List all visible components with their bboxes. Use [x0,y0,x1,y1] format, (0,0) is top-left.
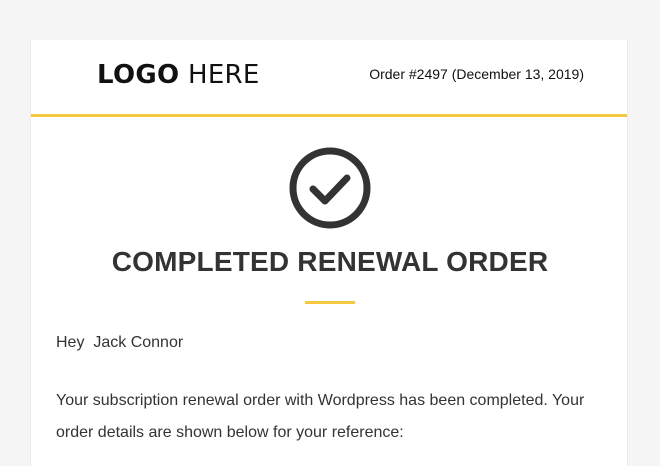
email-card: LOGO HERE Order #2497 (December 13, 2019… [30,40,628,466]
title-divider [305,301,355,304]
check-circle-icon-svg [289,147,371,229]
check-circle-icon [289,147,371,229]
email-header: LOGO HERE Order #2497 (December 13, 2019… [31,40,627,117]
logo-bold-text: LOGO [97,60,180,90]
logo: LOGO HERE [97,59,260,91]
order-message: Your subscription renewal order with Wor… [56,392,585,441]
order-number-date: Order #2497 (December 13, 2019) [369,66,584,82]
logo-light-text: HERE [187,60,260,90]
page: { "header": { "logo_bold": "LOGO", "logo… [0,0,660,466]
greeting-text: Hey Jack Connor [56,334,184,351]
page-title: COMPLETED RENEWAL ORDER [111,246,549,277]
